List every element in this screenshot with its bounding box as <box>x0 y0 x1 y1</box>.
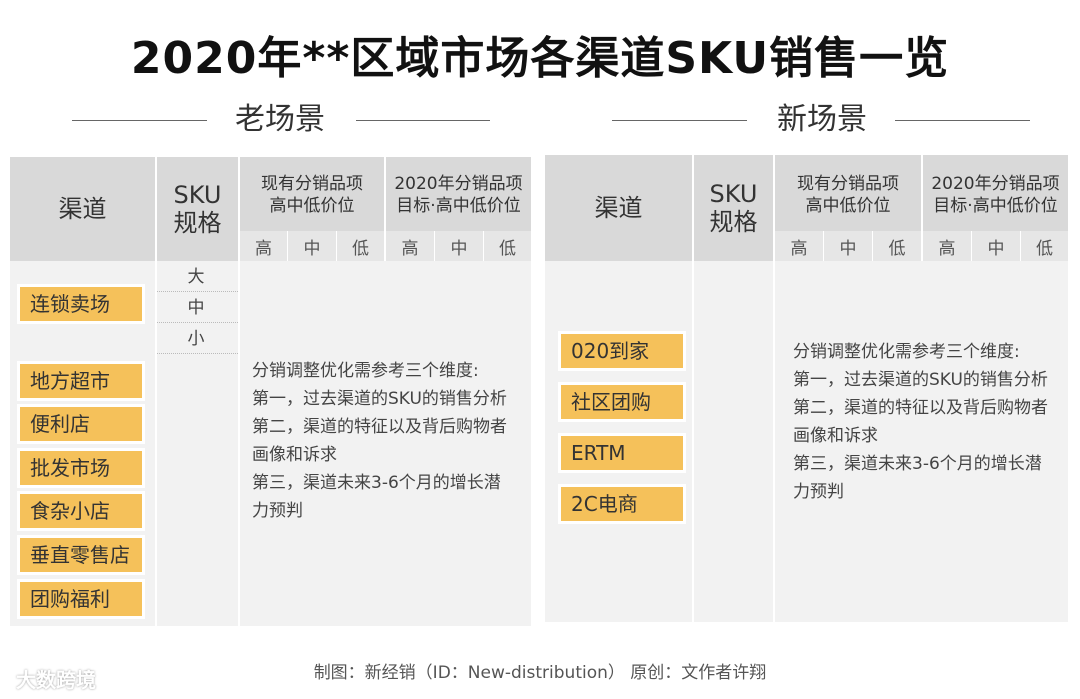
target-high-label: 高 <box>401 238 419 259</box>
price-low-label: 低 <box>352 238 369 259</box>
sku-header-line1: SKU <box>173 181 222 209</box>
divider-line <box>612 120 747 121</box>
current-header-line1: 现有分销品项 <box>797 174 899 194</box>
channel-chip: 批发市场 <box>20 451 142 485</box>
target-low-label: 低 <box>1036 238 1053 259</box>
divider-line <box>895 120 1030 121</box>
new-scene-heading: 新场景 <box>777 102 867 137</box>
description-line: 第一，过去渠道的SKU的销售分析 <box>252 389 507 409</box>
description-line: 分销调整优化需参考三个维度: <box>793 342 1020 362</box>
current-distribution-header: 现有分销品项 高中低价位 <box>775 165 921 225</box>
sku-size-small: 小 <box>187 329 205 349</box>
description-line: 第二，渠道的特征以及背后购物者 <box>252 417 507 437</box>
target-header-line2: 目标·高中低价位 <box>396 196 521 216</box>
price-mid-label: 中 <box>839 238 857 259</box>
description-line: 第三，渠道未来3-6个月的增长潜 <box>252 473 501 493</box>
sku-header-line1: SKU <box>709 180 758 208</box>
price-low-label: 低 <box>888 238 906 259</box>
channel-chip: 便利店 <box>20 407 142 441</box>
divider-line <box>356 120 490 121</box>
column-divider <box>238 157 240 626</box>
page-title: 2020年**区域市场各渠道SKU销售一览 <box>130 33 950 84</box>
channel-header: 渠道 <box>58 195 107 223</box>
description-line: 第三，渠道未来3-6个月的增长潜 <box>793 454 1042 474</box>
sku-size-medium: 中 <box>187 298 205 318</box>
current-header-line1: 现有分销品项 <box>261 174 363 194</box>
divider-line <box>72 120 207 121</box>
sku-header-line2: 规格 <box>173 209 222 237</box>
target-low-label: 低 <box>499 238 516 259</box>
channel-chip: 团购福利 <box>20 582 142 616</box>
current-header-line2: 高中低价位 <box>269 196 355 216</box>
target-high-label: 高 <box>938 238 956 259</box>
channel-chip: 地方超市 <box>20 364 142 398</box>
description-text: 分销调整优化需参考三个维度: 第一，过去渠道的SKU的销售分析 第二，渠道的特征… <box>252 357 507 525</box>
sku-header-line2: 规格 <box>709 208 758 236</box>
old-scene-table: 渠道 SKU 规格 现有分销品项 高中低价位 2020年分销品项 目标·高中低价… <box>10 157 531 626</box>
new-scene-table: 渠道 SKU 规格 现有分销品项 高中低价位 2020年分销品项 目标·高中低价… <box>545 155 1068 622</box>
channel-chip: 垂直零售店 <box>20 538 142 572</box>
channel-chip: 食杂小店 <box>20 494 142 528</box>
description-text: 分销调整优化需参考三个维度: 第一，过去渠道的SKU的销售分析 第二，渠道的特征… <box>793 338 1048 506</box>
target-mid-label: 中 <box>987 238 1005 259</box>
current-header-line2: 高中低价位 <box>805 196 891 216</box>
price-mid-label: 中 <box>303 238 321 259</box>
target-distribution-header: 2020年分销品项 目标·高中低价位 <box>386 165 531 225</box>
target-mid-label: 中 <box>450 238 468 259</box>
description-line: 第二，渠道的特征以及背后购物者 <box>793 398 1048 418</box>
channel-header: 渠道 <box>594 194 643 222</box>
target-distribution-header: 2020年分销品项 目标·高中低价位 <box>923 165 1068 225</box>
channel-chip: 连锁卖场 <box>20 287 142 321</box>
column-divider <box>773 155 775 622</box>
description-line: 力预判 <box>252 501 303 521</box>
description-line: 力预判 <box>793 482 844 502</box>
channel-chip: 020到家 <box>561 334 683 368</box>
price-high-label: 高 <box>255 238 272 259</box>
description-line: 画像和诉求 <box>793 426 878 446</box>
channel-chip: ERTM <box>561 436 683 470</box>
dotted-separator <box>157 353 238 354</box>
target-header-line1: 2020年分销品项 <box>931 174 1060 194</box>
target-header-line2: 目标·高中低价位 <box>933 196 1058 216</box>
current-distribution-header: 现有分销品项 高中低价位 <box>240 165 384 225</box>
channel-chip: 社区团购 <box>561 385 683 419</box>
sku-header: SKU 规格 <box>694 155 773 261</box>
watermark: 大数跨境 <box>16 668 96 692</box>
description-line: 第一，过去渠道的SKU的销售分析 <box>793 370 1048 390</box>
description-line: 画像和诉求 <box>252 445 337 465</box>
channel-chip: 2C电商 <box>561 487 683 521</box>
footer-credit: 制图：新经销（ID：New-distribution） 原创：文作者许翔 <box>313 663 767 683</box>
description-line: 分销调整优化需参考三个维度: <box>252 361 479 381</box>
target-header-line1: 2020年分销品项 <box>394 174 523 194</box>
price-high-label: 高 <box>790 238 808 259</box>
old-scene-heading: 老场景 <box>235 102 325 137</box>
sku-size-large: 大 <box>187 267 205 287</box>
sku-header: SKU 规格 <box>157 157 238 261</box>
